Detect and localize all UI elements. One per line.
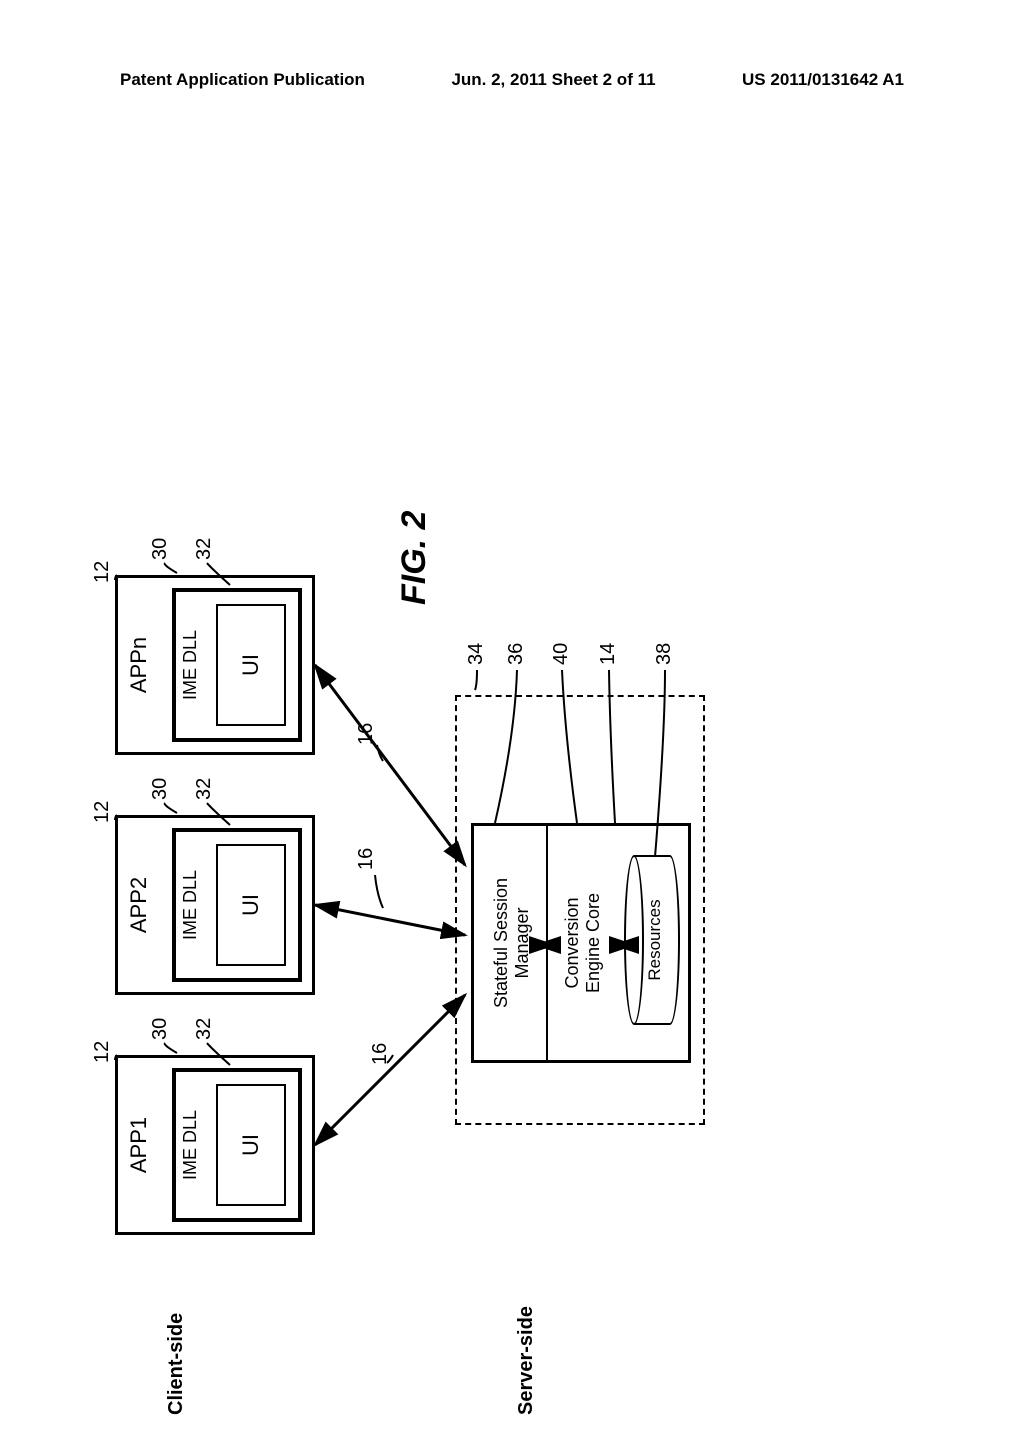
server-solid: Stateful Session Manager Conversion Engi… [471, 823, 691, 1063]
app1-dll-title: IME DLL [176, 1072, 205, 1218]
stateful-session-manager: Stateful Session Manager [482, 836, 544, 1050]
appn-dll: IME DLL UI [172, 588, 302, 742]
ref-14: 14 [597, 643, 620, 665]
ref-30-a: 30 [149, 1018, 172, 1040]
app1-title: APP1 [118, 1058, 156, 1232]
ref-12-a: 12 [91, 1041, 114, 1063]
cec-line1: Conversion [562, 897, 583, 988]
ref-12-b: 12 [91, 801, 114, 823]
header-center: Jun. 2, 2011 Sheet 2 of 11 [451, 70, 655, 90]
ref-36: 36 [505, 643, 528, 665]
figure-label: FIG. 2 [395, 511, 434, 605]
app1-ui: UI [216, 1084, 286, 1206]
app2-title: APP2 [118, 818, 156, 992]
ref-16-b: 16 [355, 848, 378, 870]
app1-dll: IME DLL UI [172, 1068, 302, 1222]
resources-label: Resources [630, 855, 680, 1025]
ssm-line2: Manager [512, 907, 533, 978]
ref-16-a: 16 [369, 1043, 392, 1065]
server-side-label: Server-side [515, 1306, 538, 1415]
app2-dll-title: IME DLL [176, 832, 205, 978]
app2-dll: IME DLL UI [172, 828, 302, 982]
app1-box: APP1 IME DLL UI [115, 1055, 315, 1235]
ref-30-c: 30 [149, 538, 172, 560]
resources-cylinder: Resources [624, 855, 680, 1025]
app2-box: APP2 IME DLL UI [115, 815, 315, 995]
header-left: Patent Application Publication [120, 70, 365, 90]
ref-32-b: 32 [193, 778, 216, 800]
appn-dll-title: IME DLL [176, 592, 205, 738]
ref-32-a: 32 [193, 1018, 216, 1040]
ref-34: 34 [465, 643, 488, 665]
cec-line2: Engine Core [583, 893, 604, 993]
ref-16-c: 16 [355, 723, 378, 745]
diagram: Client-side Server-side APP1 IME DLL UI … [140, 140, 840, 1140]
ssm-line1: Stateful Session [491, 878, 512, 1008]
conversion-engine-core: Conversion Engine Core [554, 836, 612, 1050]
appn-box: APPn IME DLL UI [115, 575, 315, 755]
app2-ui: UI [216, 844, 286, 966]
server-dashed: Stateful Session Manager Conversion Engi… [455, 695, 705, 1125]
ref-30-b: 30 [149, 778, 172, 800]
appn-title: APPn [118, 578, 156, 752]
appn-ui: UI [216, 604, 286, 726]
ref-32-c: 32 [193, 538, 216, 560]
ref-12-c: 12 [91, 561, 114, 583]
ref-38: 38 [653, 643, 676, 665]
header-right: US 2011/0131642 A1 [742, 70, 904, 90]
client-side-label: Client-side [165, 1313, 188, 1415]
ref-40: 40 [550, 643, 573, 665]
